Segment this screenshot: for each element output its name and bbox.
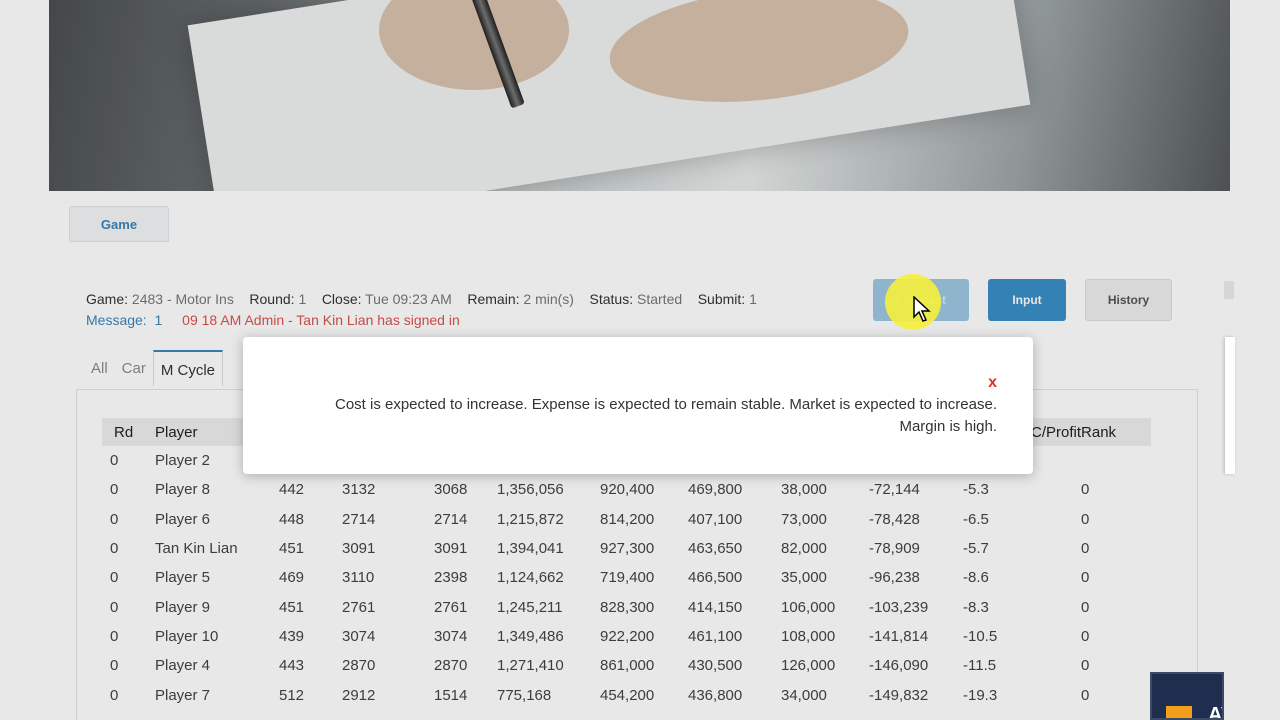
close-button[interactable]: x: [988, 374, 997, 392]
app-logo-badge: AV: [1150, 672, 1224, 720]
badge-text: AV: [1208, 704, 1222, 720]
mouse-pointer-icon: [913, 296, 931, 322]
castle-icon: [1166, 706, 1192, 718]
forecast-dialog: x Cost is expected to increase. Expense …: [243, 337, 1033, 474]
forecast-line-1: Cost is expected to increase. Expense is…: [334, 396, 997, 413]
side-panel-edge: [1225, 337, 1235, 474]
forecast-message: Cost is expected to increase. Expense is…: [297, 394, 997, 438]
forecast-line-2: Margin is high.: [899, 418, 997, 435]
